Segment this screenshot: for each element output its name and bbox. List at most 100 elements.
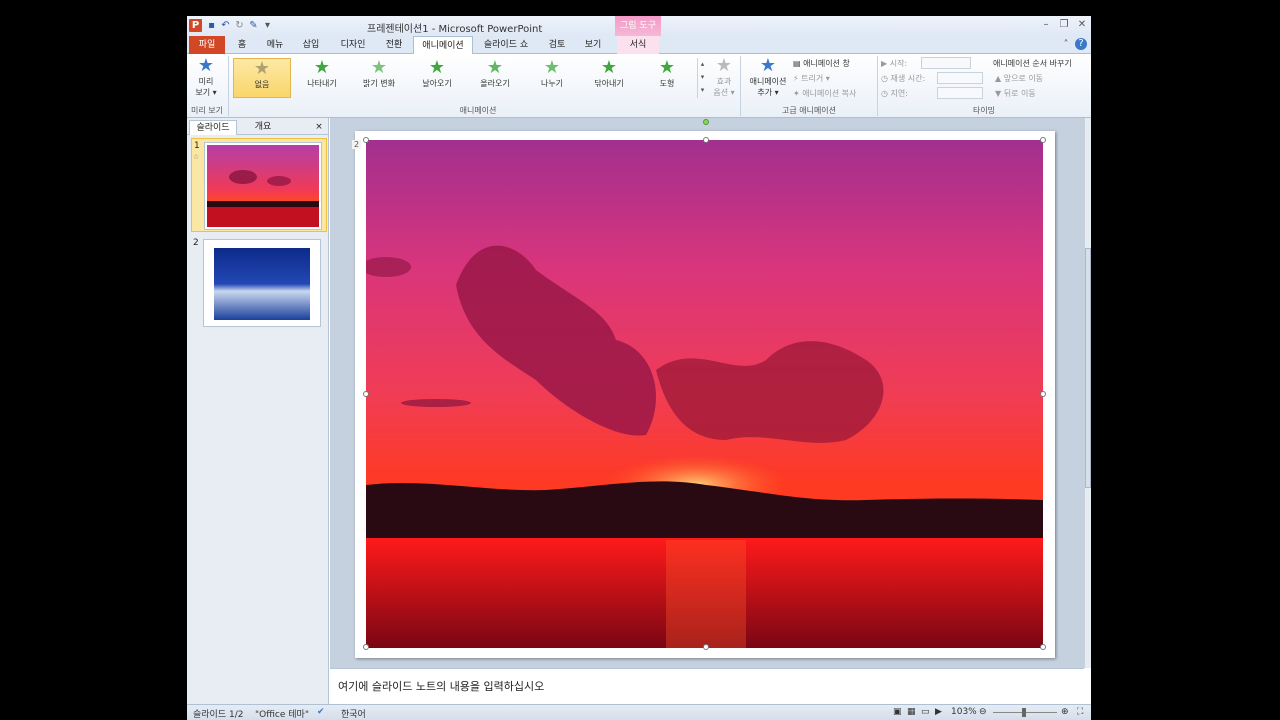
zoom-out-icon[interactable]: ⊖ — [979, 707, 987, 717]
move-earlier-icon: ▲ — [995, 74, 1002, 83]
tab-transitions[interactable]: 전환 — [379, 36, 409, 54]
window-title: 프레젠테이션1 - Microsoft PowerPoint — [367, 24, 543, 35]
start-select[interactable] — [921, 57, 971, 69]
zoom-in-icon[interactable]: ⊕ — [1061, 707, 1069, 717]
rotate-handle[interactable] — [703, 119, 709, 125]
animation-fly-in[interactable]: ★ 날아오기 — [411, 58, 463, 98]
close-pane-icon[interactable]: × — [313, 120, 325, 135]
zoom-slider-thumb[interactable] — [1022, 708, 1026, 717]
minimize-icon[interactable]: – — [1039, 18, 1053, 32]
tab-file[interactable]: 파일 — [189, 36, 225, 54]
slide-editing-area: 2 — [330, 118, 1084, 668]
resize-handle[interactable] — [363, 644, 369, 650]
slide-tag: 2 — [352, 140, 362, 149]
none-star-icon: ★ — [253, 58, 271, 79]
tab-animations[interactable]: 애니메이션 — [413, 36, 473, 55]
brush-icon[interactable]: ✎ — [247, 19, 260, 32]
tab-slideshow[interactable]: 슬라이드 쇼 — [479, 36, 533, 54]
reorder-label: 애니메이션 순서 바꾸기 — [993, 59, 1072, 68]
tab-design[interactable]: 디자인 — [335, 36, 371, 54]
animation-wipe[interactable]: ★ 닦아내기 — [583, 58, 635, 98]
fly-in-star-icon: ★ — [428, 57, 446, 78]
redo-icon[interactable]: ↻ — [233, 19, 246, 32]
scroll-thumb[interactable] — [1085, 248, 1091, 488]
effect-options-button[interactable]: ★ 효과 옵션 ▾ — [711, 56, 737, 98]
separator — [740, 56, 741, 116]
slide-thumbnail-1[interactable]: 1 ☆ — [191, 138, 327, 232]
move-earlier-button[interactable]: ▲ 앞으로 이동 — [995, 73, 1043, 84]
resize-handle[interactable] — [703, 644, 709, 650]
float-in-star-icon: ★ — [486, 57, 504, 78]
tab-outline[interactable]: 개요 — [239, 120, 287, 135]
slide-sorter-icon[interactable]: ▦ — [907, 707, 916, 717]
move-later-button[interactable]: ▼ 뒤로 이동 — [995, 88, 1036, 99]
title-bar: P ▪ ↶ ↻ ✎ ▾ 프레젠테이션1 - Microsoft PowerPoi… — [187, 16, 1091, 36]
shape-star-icon: ★ — [658, 57, 676, 78]
trigger-icon: ⚡ — [793, 74, 799, 83]
reading-view-icon[interactable]: ▭ — [921, 707, 930, 717]
animation-painter-button[interactable]: ✦ 애니메이션 복사 — [793, 88, 856, 99]
timing-group-label: 타이밍 — [972, 106, 996, 115]
delay-label: ◷ 지연: — [881, 88, 908, 99]
resize-handle[interactable] — [1040, 137, 1046, 143]
undo-icon[interactable]: ↶ — [219, 19, 232, 32]
normal-view-icon[interactable]: ▣ — [893, 707, 902, 717]
resize-handle[interactable] — [1040, 391, 1046, 397]
powerpoint-logo-icon[interactable]: P — [189, 19, 202, 32]
delay-spinner[interactable] — [937, 87, 983, 99]
fit-to-window-icon[interactable]: ⛶ — [1077, 707, 1083, 717]
animation-pane-label: 애니메이션 창 — [803, 59, 850, 68]
preview-button[interactable]: ★ 미리 보기 ▾ — [191, 56, 221, 98]
animation-none[interactable]: ★ 없음 — [233, 58, 291, 98]
resize-handle[interactable] — [363, 137, 369, 143]
language[interactable]: 한국어 — [341, 707, 366, 720]
animation-indicator-icon: ☆ — [193, 153, 200, 161]
trigger-button[interactable]: ⚡ 트리거 ▾ — [793, 73, 830, 84]
notes-placeholder[interactable]: 여기에 슬라이드 노트의 내용을 입력하십시오 — [338, 678, 544, 694]
animation-appear[interactable]: ★ 나타내기 — [297, 58, 347, 98]
animation-split[interactable]: ★ 나누기 — [527, 58, 577, 98]
tab-menu[interactable]: 메뉴 — [261, 36, 289, 54]
restore-icon[interactable]: ❐ — [1057, 18, 1071, 32]
delay-text: 지연: — [890, 89, 908, 98]
animation-shape[interactable]: ★ 도형 — [643, 58, 691, 98]
resize-handle[interactable] — [703, 137, 709, 143]
slideshow-view-icon[interactable]: ▶ — [935, 707, 942, 717]
zoom-level[interactable]: 103% — [951, 707, 977, 717]
close-icon[interactable]: ✕ — [1075, 18, 1089, 32]
preview-label-1: 미리 — [198, 77, 214, 86]
resize-handle[interactable] — [1040, 644, 1046, 650]
resize-handle[interactable] — [363, 391, 369, 397]
animation-pane-button[interactable]: ▤ 애니메이션 창 — [793, 58, 850, 69]
tab-review[interactable]: 검토 — [543, 36, 571, 54]
wave-thumbnail — [214, 248, 310, 320]
ribbon-tabs: 파일 홈 메뉴 삽입 디자인 전환 애니메이션 슬라이드 쇼 검토 보기 서식 … — [187, 36, 1091, 55]
notes-pane[interactable]: 여기에 슬라이드 노트의 내용을 입력하십시오 — [330, 668, 1084, 704]
tab-insert[interactable]: 삽입 — [297, 36, 325, 54]
animation-group-label: 애니메이션 — [459, 106, 497, 115]
tab-view[interactable]: 보기 — [579, 36, 607, 54]
spellcheck-icon[interactable]: ✔ — [317, 707, 325, 717]
advanced-group-label: 고급 애니메이션 — [781, 106, 837, 115]
slide-thumbnail-2[interactable]: 2 — [191, 236, 327, 330]
add-animation-label-1: 애니메이션 — [749, 77, 787, 86]
animation-float-in[interactable]: ★ 올라오기 — [469, 58, 521, 98]
help-icon[interactable]: ? — [1075, 38, 1087, 50]
animation-label: 도형 — [659, 79, 675, 88]
sunset-picture[interactable] — [366, 140, 1043, 648]
tab-home[interactable]: 홈 — [231, 36, 253, 54]
animation-pane-icon: ▤ — [793, 59, 801, 68]
customize-qat-icon[interactable]: ▾ — [261, 19, 274, 32]
slide-canvas[interactable]: 2 — [352, 119, 1055, 658]
gallery-scroll[interactable]: ▴ ▾ ▾ — [697, 58, 707, 98]
animation-fade[interactable]: ★ 밝기 변화 — [353, 58, 405, 98]
duration-spinner[interactable] — [937, 72, 983, 84]
add-animation-button[interactable]: ★ 애니메이션 추가 ▾ — [745, 56, 791, 98]
save-icon[interactable]: ▪ — [205, 19, 218, 32]
start-icon: ▶ — [881, 59, 888, 68]
tab-format[interactable]: 서식 — [617, 36, 659, 54]
vertical-scrollbar[interactable] — [1084, 118, 1091, 668]
ribbon: ★ 미리 보기 ▾ 미리 보기 ★ 없음 ★ 나타내기 ★ 밝기 변화 ★ 날아… — [187, 54, 1091, 118]
tab-slides[interactable]: 슬라이드 — [189, 120, 237, 135]
minimize-ribbon-icon[interactable]: ˄ — [1059, 38, 1073, 52]
